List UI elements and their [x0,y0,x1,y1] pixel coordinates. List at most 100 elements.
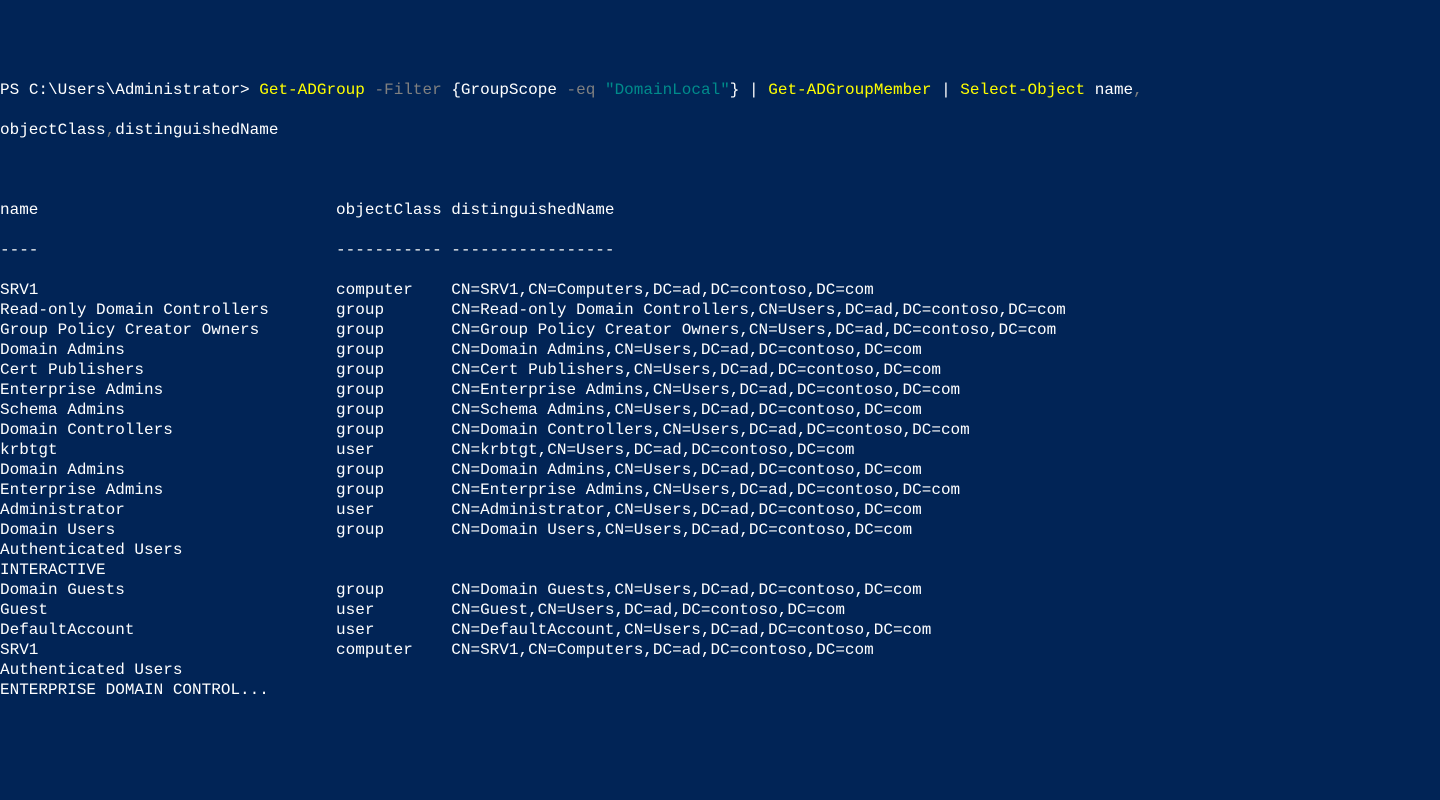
cell-objectclass: group [336,460,451,480]
table-row: Domain AdminsgroupCN=Domain Admins,CN=Us… [0,460,1440,480]
cell-objectclass: group [336,380,451,400]
cell-name: Domain Admins [0,460,336,480]
cell-name: Group Policy Creator Owners [0,320,336,340]
cell-objectclass: computer [336,640,451,660]
cell-dn: CN=Guest,CN=Users,DC=ad,DC=contoso,DC=co… [451,600,845,620]
table-row: Domain AdminsgroupCN=Domain Admins,CN=Us… [0,340,1440,360]
cell-objectclass: group [336,580,451,600]
table-row: Domain UsersgroupCN=Domain Users,CN=User… [0,520,1440,540]
cell-dn: CN=Domain Controllers,CN=Users,DC=ad,DC=… [451,420,969,440]
sep-objectclass: ----------- [336,240,451,260]
prompt-ps: PS [0,81,29,99]
pipe-1: | [749,81,759,99]
param-filter: -Filter [374,81,441,99]
cell-name: Guest [0,600,336,620]
cmdlet-get-adgroupmember: Get-ADGroupMember [768,81,931,99]
table-row: Enterprise AdminsgroupCN=Enterprise Admi… [0,480,1440,500]
cell-objectclass: user [336,500,451,520]
filter-value: "DomainLocal" [605,81,730,99]
cell-name: krbtgt [0,440,336,460]
cell-objectclass: user [336,620,451,640]
cell-objectclass: group [336,520,451,540]
cell-name: Enterprise Admins [0,480,336,500]
cell-objectclass: group [336,340,451,360]
cell-name: Read-only Domain Controllers [0,300,336,320]
cell-name: Cert Publishers [0,360,336,380]
filter-operator: -eq [567,81,596,99]
table-row: SRV1computerCN=SRV1,CN=Computers,DC=ad,D… [0,640,1440,660]
table-row: SRV1computerCN=SRV1,CN=Computers,DC=ad,D… [0,280,1440,300]
cell-objectclass: group [336,420,451,440]
cell-objectclass: group [336,400,451,420]
table-row: Read-only Domain ControllersgroupCN=Read… [0,300,1440,320]
command-line-2[interactable]: objectClass,distinguishedName [0,120,1440,140]
cell-objectclass: user [336,600,451,620]
table-row: INTERACTIVE [0,560,1440,580]
cell-name: Authenticated Users [0,540,336,560]
prompt-path: C:\Users\Administrator> [29,81,259,99]
table-row: Enterprise AdminsgroupCN=Enterprise Admi… [0,380,1440,400]
table-row: Domain ControllersgroupCN=Domain Control… [0,420,1440,440]
cell-name: Authenticated Users [0,660,336,680]
cmdlet-select-object: Select-Object [960,81,1085,99]
cell-name: Domain Admins [0,340,336,360]
cell-dn: CN=Domain Admins,CN=Users,DC=ad,DC=conto… [451,460,921,480]
cell-name: SRV1 [0,640,336,660]
cell-objectclass: computer [336,280,451,300]
cell-dn: CN=Domain Users,CN=Users,DC=ad,DC=contos… [451,520,912,540]
cell-name: Domain Guests [0,580,336,600]
pipe-2: | [941,81,951,99]
cell-dn: CN=DefaultAccount,CN=Users,DC=ad,DC=cont… [451,620,931,640]
cell-name: Domain Users [0,520,336,540]
brace-open: { [451,81,461,99]
cell-name: INTERACTIVE [0,560,336,580]
command-line-1[interactable]: PS C:\Users\Administrator> Get-ADGroup -… [0,80,1440,100]
property-objectclass: objectClass [0,121,106,139]
cell-dn: CN=Schema Admins,CN=Users,DC=ad,DC=conto… [451,400,921,420]
cell-name: Enterprise Admins [0,380,336,400]
table-header: nameobjectClassdistinguishedName [0,200,1440,220]
blank-line [0,160,1440,180]
cell-objectclass: group [336,360,451,380]
cell-dn: CN=Administrator,CN=Users,DC=ad,DC=conto… [451,500,921,520]
cell-dn: CN=krbtgt,CN=Users,DC=ad,DC=contoso,DC=c… [451,440,854,460]
cell-name: Domain Controllers [0,420,336,440]
table-row: ENTERPRISE DOMAIN CONTROL... [0,680,1440,700]
table-rows: SRV1computerCN=SRV1,CN=Computers,DC=ad,D… [0,280,1440,700]
cmdlet-get-adgroup: Get-ADGroup [259,81,365,99]
cell-name: SRV1 [0,280,336,300]
cell-dn: CN=Enterprise Admins,CN=Users,DC=ad,DC=c… [451,480,960,500]
cell-name: DefaultAccount [0,620,336,640]
cell-name: ENTERPRISE DOMAIN CONTROL... [0,680,336,700]
sep-name: ---- [0,240,336,260]
cell-dn: CN=Domain Admins,CN=Users,DC=ad,DC=conto… [451,340,921,360]
table-row: Authenticated Users [0,660,1440,680]
cell-dn: CN=Group Policy Creator Owners,CN=Users,… [451,320,1056,340]
comma-2: , [106,121,116,139]
table-row: Domain GuestsgroupCN=Domain Guests,CN=Us… [0,580,1440,600]
cell-dn: CN=Cert Publishers,CN=Users,DC=ad,DC=con… [451,360,941,380]
cell-objectclass: group [336,480,451,500]
header-objectclass: objectClass [336,200,451,220]
table-separator: -------------------------------- [0,240,1440,260]
cell-dn: CN=SRV1,CN=Computers,DC=ad,DC=contoso,DC… [451,280,873,300]
filter-property: GroupScope [461,81,567,99]
table-row: Authenticated Users [0,540,1440,560]
cell-name: Schema Admins [0,400,336,420]
cell-dn: CN=Read-only Domain Controllers,CN=Users… [451,300,1066,320]
property-name: name [1095,81,1133,99]
table-row: Schema AdminsgroupCN=Schema Admins,CN=Us… [0,400,1440,420]
cell-dn: CN=Domain Guests,CN=Users,DC=ad,DC=conto… [451,580,921,600]
brace-close: } [730,81,740,99]
cell-objectclass: group [336,300,451,320]
header-name: name [0,200,336,220]
table-row: Group Policy Creator OwnersgroupCN=Group… [0,320,1440,340]
cell-dn: CN=Enterprise Admins,CN=Users,DC=ad,DC=c… [451,380,960,400]
comma-1: , [1133,81,1143,99]
cell-objectclass: group [336,320,451,340]
header-dn: distinguishedName [451,200,614,220]
table-row: Cert PublishersgroupCN=Cert Publishers,C… [0,360,1440,380]
table-row: GuestuserCN=Guest,CN=Users,DC=ad,DC=cont… [0,600,1440,620]
property-distinguishedname: distinguishedName [115,121,278,139]
sep-dn: ----------------- [451,240,614,260]
